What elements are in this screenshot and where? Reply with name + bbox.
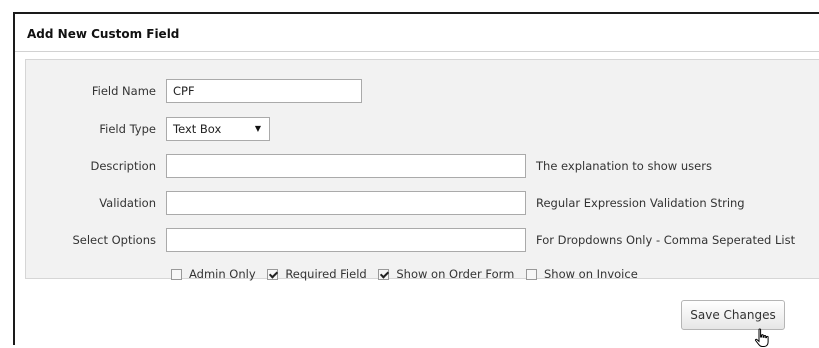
field-name-input[interactable]: CPF bbox=[166, 79, 362, 103]
title-divider bbox=[15, 51, 819, 52]
validation-helper-text: Regular Expression Validation String bbox=[536, 196, 745, 210]
admin-only-label: Admin Only bbox=[189, 267, 256, 281]
required-field-checkbox[interactable] bbox=[267, 269, 279, 280]
description-helper-text: The explanation to show users bbox=[536, 159, 712, 173]
description-label: Description bbox=[90, 159, 157, 173]
validation-row: Validation Regular Expression Validation… bbox=[26, 191, 819, 215]
option-checkboxes: Admin Only Required Field Show on Order … bbox=[171, 262, 646, 286]
required-field-label: Required Field bbox=[285, 267, 367, 281]
description-row: Description The explanation to show user… bbox=[26, 154, 819, 178]
show-on-invoice-checkbox[interactable] bbox=[526, 269, 537, 280]
hand-pointer-icon bbox=[754, 328, 769, 347]
custom-field-form: Field Name CPF Field Type Text Box ▼ Des… bbox=[25, 59, 819, 281]
validation-label: Validation bbox=[99, 196, 156, 210]
admin-only-checkbox[interactable] bbox=[171, 269, 182, 280]
show-on-invoice-option[interactable]: Show on Invoice bbox=[526, 262, 638, 286]
show-on-invoice-label: Show on Invoice bbox=[544, 267, 638, 281]
field-type-row: Field Type Text Box ▼ bbox=[26, 117, 819, 141]
select-options-row: Select Options For Dropdowns Only - Comm… bbox=[26, 228, 819, 252]
admin-only-option[interactable]: Admin Only bbox=[171, 262, 256, 286]
save-changes-button[interactable]: Save Changes bbox=[681, 300, 785, 330]
show-on-order-form-option[interactable]: Show on Order Form bbox=[378, 262, 514, 286]
show-on-order-form-checkbox[interactable] bbox=[378, 269, 390, 280]
custom-field-window: Add New Custom Field Field Name CPF Fiel… bbox=[13, 12, 819, 347]
validation-input[interactable] bbox=[166, 191, 526, 215]
field-type-selected-value: Text Box bbox=[173, 122, 222, 136]
select-options-label: Select Options bbox=[72, 233, 156, 247]
field-name-row: Field Name CPF bbox=[26, 79, 819, 103]
select-options-input[interactable] bbox=[166, 228, 526, 252]
field-name-label: Field Name bbox=[91, 84, 156, 98]
options-row: Admin Only Required Field Show on Order … bbox=[26, 262, 819, 286]
select-options-helper-text: For Dropdowns Only - Comma Seperated Lis… bbox=[536, 233, 796, 247]
dropdown-arrow-icon: ▼ bbox=[254, 124, 261, 133]
show-on-order-form-label: Show on Order Form bbox=[396, 267, 515, 281]
panel-title: Add New Custom Field bbox=[27, 27, 180, 41]
required-field-option[interactable]: Required Field bbox=[267, 262, 367, 286]
field-type-label: Field Type bbox=[99, 122, 156, 136]
description-input[interactable] bbox=[166, 154, 526, 178]
field-type-select[interactable]: Text Box ▼ bbox=[166, 117, 270, 141]
